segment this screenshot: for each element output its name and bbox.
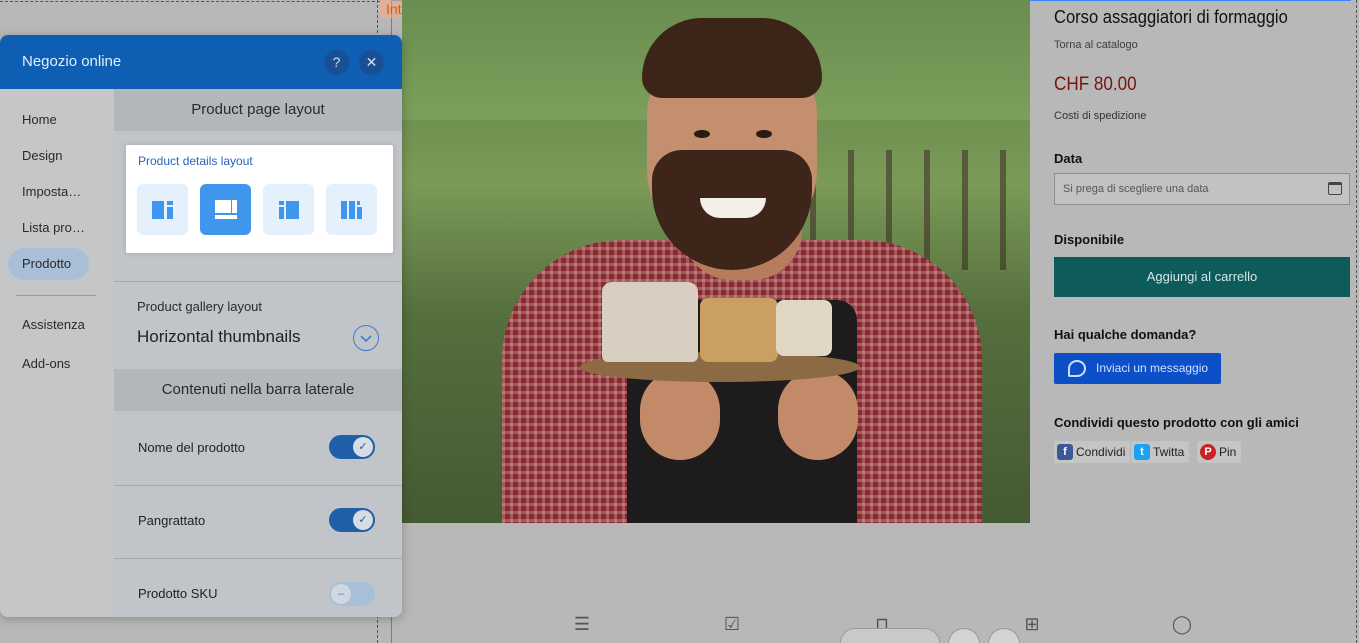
add-to-cart-button[interactable]: Aggiungi al carrello [1054,257,1350,297]
share-button-label: Twitta [1153,445,1185,459]
pinterest-icon: P [1200,444,1216,460]
question-label: Hai qualche domanda? [1054,327,1197,342]
section-header-product-page-layout: Product page layout [114,89,402,131]
layout-center-image-icon[interactable] [263,184,314,235]
help-icon[interactable]: ? [324,50,349,75]
image-cheese [700,298,778,362]
canvas-guide-right [1356,0,1357,643]
pinterest-share-button[interactable]: P Pin [1197,441,1242,463]
layout-columns-icon[interactable] [326,184,377,235]
image-smile [700,198,766,218]
gift-icon[interactable]: ⊞ [1020,612,1044,636]
nav-item-design[interactable]: Design [22,148,62,163]
divider [114,558,402,559]
twitter-share-button[interactable]: t Twitta [1131,441,1190,463]
close-icon[interactable]: ✕ [359,50,384,75]
details-layout-title: Product details layout [138,154,253,168]
chevron-down-icon[interactable] [353,325,379,351]
panel-header: Negozio online ? ✕ [0,35,402,89]
bottom-pill-button[interactable] [840,628,940,643]
back-to-catalog-link[interactable]: Torna al catalogo [1054,39,1138,51]
nav-item-settings[interactable]: Imposta… [22,184,81,199]
check-icon: ✓ [353,510,373,530]
checklist-icon[interactable]: ☑ [720,612,744,636]
share-label: Condividi questo prodotto con gli amici [1054,415,1299,430]
gallery-layout-label: Product gallery layout [137,299,263,314]
image-eye-left [694,130,710,138]
send-message-button[interactable]: Inviaci un messaggio [1054,353,1221,384]
image-eye-right [756,130,772,138]
nav-item-addons[interactable]: Add-ons [22,356,70,371]
calendar-icon[interactable] [1328,182,1342,195]
gallery-layout-value[interactable]: Horizontal thumbnails [137,327,300,347]
share-button-label: Condividi [1076,445,1126,459]
image-cheese [602,282,698,362]
help-round-icon[interactable] [988,628,1020,643]
divider [114,485,402,486]
minus-icon: – [331,584,351,604]
layout-top-image-icon[interactable] [200,184,251,235]
shipping-link[interactable]: Costi di spedizione [1054,110,1146,122]
nav-item-home[interactable]: Home [22,112,57,127]
image-hand-left [640,370,720,460]
layout-left-image-icon[interactable] [137,184,188,235]
date-label: Data [1054,151,1083,166]
canvas-guide-top [0,1,380,2]
nav-item-product[interactable]: Prodotto [22,256,71,271]
product-details-layout-card: Product details layout [126,145,393,253]
facebook-share-button[interactable]: f Condividi [1054,441,1131,463]
divider [114,281,402,282]
image-cheese [776,300,832,356]
panel-nav: Home Design Imposta… Lista pro… Prodotto… [0,89,114,617]
panel-content: Product page layout Product details layo… [114,89,402,617]
nav-item-support[interactable]: Assistenza [22,317,85,332]
messenger-icon [1068,360,1086,377]
share-button-label: Pin [1219,445,1237,459]
panel-title: Negozio online [22,53,122,70]
nav-item-product-list[interactable]: Lista pro… [22,220,85,235]
nav-divider [16,295,96,296]
section-header-sidebar-content: Contenuti nella barra laterale [114,369,402,411]
search-list-icon[interactable]: ☰ [570,612,594,636]
product-name-toggle[interactable]: ✓ [329,435,375,459]
product-price: CHF 80.00 [1054,74,1137,95]
product-image[interactable] [402,0,1030,523]
toggle-label-sku: Prodotto SKU [138,586,218,601]
facebook-icon: f [1057,444,1073,460]
breadcrumb-toggle[interactable]: ✓ [329,508,375,532]
check-icon: ✓ [353,437,373,457]
product-title: Corso assaggiatori di formaggio [1054,7,1288,27]
toggle-label-breadcrumb: Pangrattato [138,513,206,528]
date-input[interactable]: Si prega di scegliere una data [1054,173,1350,205]
store-settings-panel: Negozio online ? ✕ Home Design Imposta… … [0,35,402,617]
twitter-icon: t [1134,444,1150,460]
date-placeholder: Si prega di scegliere una data [1063,183,1209,195]
product-sku-toggle[interactable]: – [329,582,375,606]
toggle-label-product-name: Nome del prodotto [138,440,245,455]
availability-label: Disponibile [1054,232,1125,247]
send-message-label: Inviaci un messaggio [1096,361,1209,375]
image-hand-right [778,370,858,460]
image-hair [642,18,822,98]
crown-icon[interactable] [948,628,980,643]
user-icon[interactable]: ◯ [1170,612,1194,636]
